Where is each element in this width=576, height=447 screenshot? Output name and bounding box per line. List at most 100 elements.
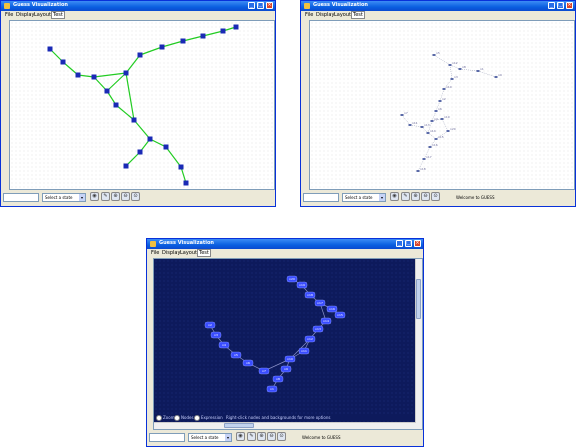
menu-file[interactable]: File xyxy=(305,12,313,18)
graph-node-label: n17 xyxy=(317,301,323,305)
close-button[interactable]: × xyxy=(266,2,273,9)
menu-bar: File Display Layout Test xyxy=(147,249,423,257)
graph-node xyxy=(200,33,206,39)
status-message: Welcome to GUESS xyxy=(456,195,495,200)
title-bar[interactable]: Guess Visualization _ □ × xyxy=(1,1,275,11)
minimize-button[interactable]: _ xyxy=(248,2,255,9)
zoom-out-tool-icon[interactable]: ⊖ xyxy=(121,192,130,201)
graph-node-label: n9 xyxy=(284,367,288,371)
graph-node xyxy=(178,164,184,170)
maximize-button[interactable]: □ xyxy=(405,240,412,247)
menu-file[interactable]: File xyxy=(5,12,13,18)
graph-node-label: n4 xyxy=(222,343,226,347)
center-tool-icon[interactable]: ⊙ xyxy=(131,192,140,201)
graph-canvas[interactable]: n5 n12 n8 n1 n9 n3 n10 n2 n6 n4 n7 n11 n13 n14 n15 n16 n… xyxy=(309,20,575,190)
graph-edge xyxy=(125,72,135,121)
chevron-down-icon: ▾ xyxy=(79,194,85,201)
app-icon xyxy=(150,241,156,247)
graph-node xyxy=(163,144,169,150)
state-select[interactable]: Select a state ▾ xyxy=(342,193,386,202)
radio-zoom-icon xyxy=(156,415,162,421)
graph-node-label: n9 xyxy=(498,73,502,77)
refresh-tool-icon[interactable]: ◉ xyxy=(390,192,399,201)
menu-display[interactable]: Display xyxy=(162,250,180,256)
command-input[interactable] xyxy=(303,193,339,202)
close-button[interactable]: × xyxy=(566,2,573,9)
graph-node-label: n17 xyxy=(426,155,432,159)
menu-layout[interactable]: Layout xyxy=(180,250,197,256)
graph-node xyxy=(220,28,226,34)
graph-node-label: n19 xyxy=(444,115,450,119)
graph-edge xyxy=(459,68,479,72)
graph-node-label: n19 xyxy=(299,283,305,287)
status-bar: Select a state ▾ ◉ ✎ ⊕ ⊖ ⊙ Welcome to GU… xyxy=(301,190,575,206)
menu-test[interactable]: Test xyxy=(197,249,211,257)
graph-node-label: n2 xyxy=(208,323,212,327)
radio-zoom[interactable]: Zoom xyxy=(156,415,175,421)
radio-nodes[interactable]: Nodes xyxy=(174,415,194,421)
center-tool-icon[interactable]: ⊙ xyxy=(277,432,286,441)
radio-nodes-icon xyxy=(174,415,180,421)
title-bar[interactable]: Guess Visualization _ □ × xyxy=(301,1,575,11)
menu-display[interactable]: Display xyxy=(316,12,334,18)
edit-tool-icon[interactable]: ✎ xyxy=(101,192,110,201)
graph-edge xyxy=(161,40,184,48)
edit-tool-icon[interactable]: ✎ xyxy=(247,432,256,441)
zoom-in-tool-icon[interactable]: ⊕ xyxy=(411,192,420,201)
graph-edge xyxy=(165,146,182,168)
canvas-hint: Right-click nodes and backgrounds for mo… xyxy=(226,415,331,420)
menu-test[interactable]: Test xyxy=(351,11,365,19)
vertical-scrollbar[interactable] xyxy=(415,259,422,423)
graph-canvas[interactable]: n20 n19 n18 n17 n16 n15 n14 n13 n12 n11 n10 n9 n8 n7 n… xyxy=(153,258,423,430)
zoom-out-tool-icon[interactable]: ⊖ xyxy=(267,432,276,441)
graph-node-label: n12 xyxy=(307,337,313,341)
graph-edge xyxy=(433,54,451,66)
zoom-out-tool-icon[interactable]: ⊖ xyxy=(421,192,430,201)
radio-expression[interactable]: Expression xyxy=(194,415,223,421)
menu-bar: File Display Layout Test xyxy=(1,11,275,19)
state-select-value: Select a state xyxy=(45,195,73,200)
window-top-left: Guess Visualization _ □ × File Display L… xyxy=(0,0,276,207)
refresh-tool-icon[interactable]: ◉ xyxy=(90,192,99,201)
close-button[interactable]: × xyxy=(414,240,421,247)
graph-canvas[interactable] xyxy=(9,20,275,190)
menu-file[interactable]: File xyxy=(151,250,159,256)
graph-node-label: n8 xyxy=(276,377,280,381)
graph-node-label: n5 xyxy=(234,353,238,357)
window-title: Guess Visualization xyxy=(159,240,214,246)
graph-edge xyxy=(401,114,411,126)
refresh-tool-icon[interactable]: ◉ xyxy=(236,432,245,441)
vertical-scroll-thumb[interactable] xyxy=(416,279,421,319)
state-select-value: Select a state xyxy=(345,195,373,200)
horizontal-scrollbar[interactable] xyxy=(154,422,422,429)
maximize-button[interactable]: □ xyxy=(557,2,564,9)
menu-layout[interactable]: Layout xyxy=(334,12,351,18)
center-tool-icon[interactable]: ⊙ xyxy=(431,192,440,201)
menu-test[interactable]: Test xyxy=(51,11,65,19)
graph-node-label: n11 xyxy=(301,349,307,353)
menu-bar: File Display Layout Test xyxy=(301,11,575,19)
graph-node xyxy=(183,180,189,186)
command-input[interactable] xyxy=(3,193,39,202)
maximize-button[interactable]: □ xyxy=(257,2,264,9)
menu-layout[interactable]: Layout xyxy=(34,12,51,18)
window-bottom: Guess Visualization _ □ × File Display L… xyxy=(146,238,424,447)
command-input[interactable] xyxy=(149,433,185,442)
minimize-button[interactable]: _ xyxy=(548,2,555,9)
menu-display[interactable]: Display xyxy=(16,12,34,18)
state-select[interactable]: Select a state ▾ xyxy=(188,433,232,442)
horizontal-scroll-thumb[interactable] xyxy=(224,423,254,428)
graph-node-label: n2 xyxy=(442,97,446,101)
edit-tool-icon[interactable]: ✎ xyxy=(401,192,410,201)
zoom-in-tool-icon[interactable]: ⊕ xyxy=(111,192,120,201)
title-bar[interactable]: Guess Visualization _ □ × xyxy=(147,239,423,249)
minimize-button[interactable]: _ xyxy=(396,240,403,247)
zoom-in-tool-icon[interactable]: ⊕ xyxy=(257,432,266,441)
mode-radio-row: Zoom Nodes Expression Right-click nodes … xyxy=(154,414,422,421)
graph-node-label: n10 xyxy=(287,357,293,361)
graph-node xyxy=(75,72,81,78)
graph-node-label: n15 xyxy=(337,313,343,317)
state-select-value: Select a state xyxy=(191,435,219,440)
graph-node-label: n6 xyxy=(246,361,250,365)
state-select[interactable]: Select a state ▾ xyxy=(42,193,86,202)
